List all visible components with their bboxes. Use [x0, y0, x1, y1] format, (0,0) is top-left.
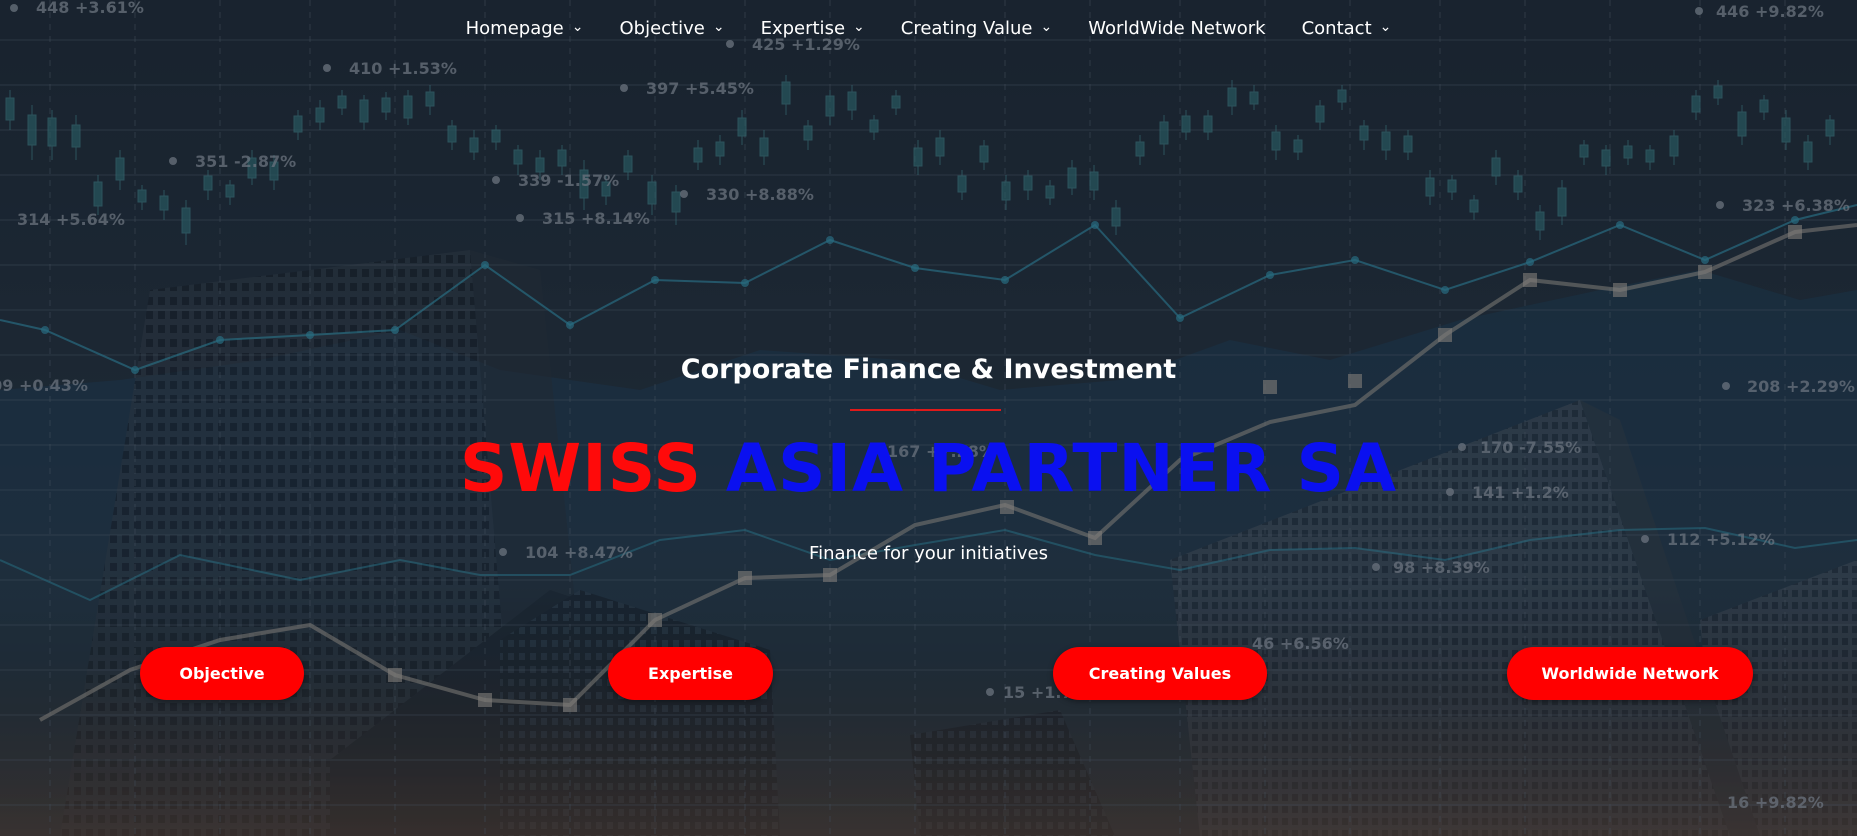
nav-item-objective[interactable]: Objective ⌄ — [619, 18, 724, 39]
nav-item-label: Expertise — [760, 17, 846, 39]
nav-item-label: Objective — [619, 17, 705, 39]
expertise-button[interactable]: Expertise — [608, 647, 773, 700]
worldwide-network-button[interactable]: Worldwide Network — [1507, 647, 1753, 700]
chevron-down-icon: ⌄ — [571, 19, 584, 35]
hero-divider — [850, 409, 1001, 411]
nav-item-label: WorldWide Network — [1088, 17, 1266, 39]
nav-item-expertise[interactable]: Expertise ⌄ — [761, 18, 865, 39]
hero-tagline: Finance for your initiatives — [809, 543, 1048, 564]
nav-item-worldwide-network[interactable]: WorldWide Network — [1088, 18, 1265, 39]
hero-title: SWISS ASIA PARTNER SA — [0, 430, 1857, 507]
main-navigation: Homepage ⌄ Objective ⌄ Expertise ⌄ Creat… — [0, 0, 1857, 56]
nav-item-homepage[interactable]: Homepage ⌄ — [466, 18, 584, 39]
nav-item-label: Creating Value — [900, 17, 1033, 39]
hero-title-asia-partner: ASIA PARTNER SA — [725, 430, 1398, 507]
nav-item-label: Contact — [1301, 17, 1372, 39]
objective-button[interactable]: Objective — [140, 647, 304, 700]
hero-title-swiss: SWISS — [459, 430, 702, 507]
chevron-down-icon: ⌄ — [1379, 19, 1392, 35]
chevron-down-icon: ⌄ — [1040, 19, 1053, 35]
hero-subtitle: Corporate Finance & Investment — [680, 354, 1177, 385]
chevron-down-icon: ⌄ — [712, 19, 725, 35]
creating-values-button[interactable]: Creating Values — [1053, 647, 1267, 700]
stock-chart-background: 448 +3.61% 410 +1.53% 425 +1.29% 397 +5.… — [0, 0, 1857, 836]
nav-item-contact[interactable]: Contact ⌄ — [1302, 18, 1392, 39]
nav-item-creating-value[interactable]: Creating Value ⌄ — [901, 18, 1052, 39]
nav-item-label: Homepage — [465, 17, 564, 39]
chevron-down-icon: ⌄ — [853, 19, 865, 35]
